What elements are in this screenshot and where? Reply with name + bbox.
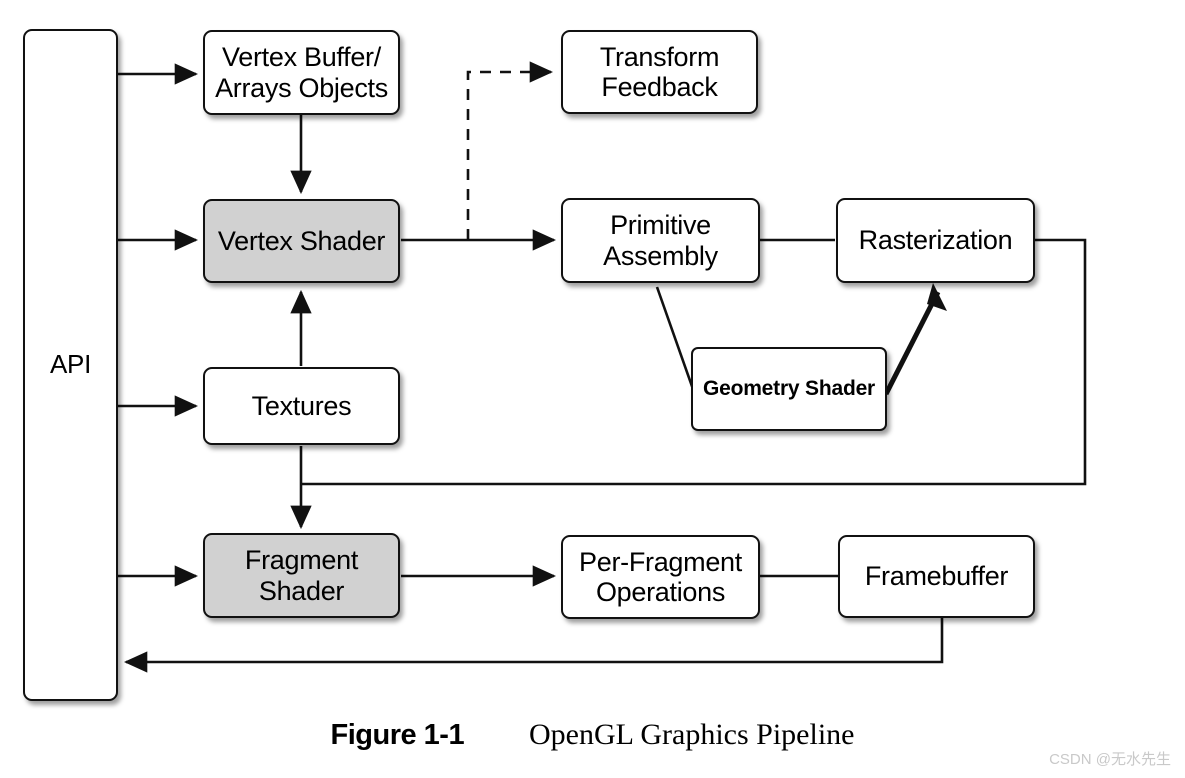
figure-caption: Figure 1-1 OpenGL Graphics Pipeline — [0, 718, 1185, 752]
node-geometry-shader-label: Geometry Shader — [702, 377, 876, 401]
edge-framebuffer-to-api — [123, 618, 944, 673]
node-primitive-assembly[interactable]: Primitive Assembly — [561, 198, 760, 283]
edge-geometry-shader-to-rasterization — [883, 283, 947, 396]
figure-opengl-graphics-pipeline: API Vertex Buffer/ Arrays Objects Vertex… — [0, 0, 1185, 778]
node-fragment-shader[interactable]: Fragment Shader — [203, 533, 400, 618]
watermark: CSDN @无水先生 — [1049, 751, 1171, 768]
node-fragment-shader-label: Fragment Shader — [244, 545, 359, 606]
edge-vertex-shader-to-transform-feedback — [466, 61, 554, 240]
node-rasterization-label: Rasterization — [858, 225, 1013, 256]
node-per-fragment-operations[interactable]: Per-Fragment Operations — [561, 535, 760, 619]
node-vertex-buffer-arrays-objects[interactable]: Vertex Buffer/ Arrays Objects — [203, 30, 400, 115]
node-textures[interactable]: Textures — [203, 367, 400, 445]
node-framebuffer[interactable]: Framebuffer — [838, 535, 1035, 618]
edge-primitive-assembly-to-geometry-shader — [655, 286, 696, 393]
node-primitive-assembly-label: Primitive Assembly — [603, 210, 718, 271]
node-textures-label: Textures — [251, 390, 352, 421]
node-per-fragment-operations-label: Per-Fragment Operations — [579, 546, 742, 607]
node-vertex-shader-label: Vertex Shader — [217, 225, 386, 256]
node-geometry-shader[interactable]: Geometry Shader — [691, 347, 887, 431]
node-framebuffer-label: Framebuffer — [864, 561, 1009, 592]
node-transform-feedback-label: Transform Feedback — [599, 41, 720, 102]
figure-number: Figure 1-1 — [330, 719, 465, 751]
node-api-label: API — [49, 349, 91, 380]
figure-title: OpenGL Graphics Pipeline — [529, 718, 855, 751]
node-vertex-buffer-arrays-objects-label: Vertex Buffer/ Arrays Objects — [215, 42, 388, 103]
node-api[interactable]: API — [23, 29, 118, 701]
diagram-connectors — [118, 61, 1087, 673]
node-transform-feedback[interactable]: Transform Feedback — [561, 30, 758, 114]
node-vertex-shader[interactable]: Vertex Shader — [203, 199, 400, 283]
node-rasterization[interactable]: Rasterization — [836, 198, 1035, 283]
